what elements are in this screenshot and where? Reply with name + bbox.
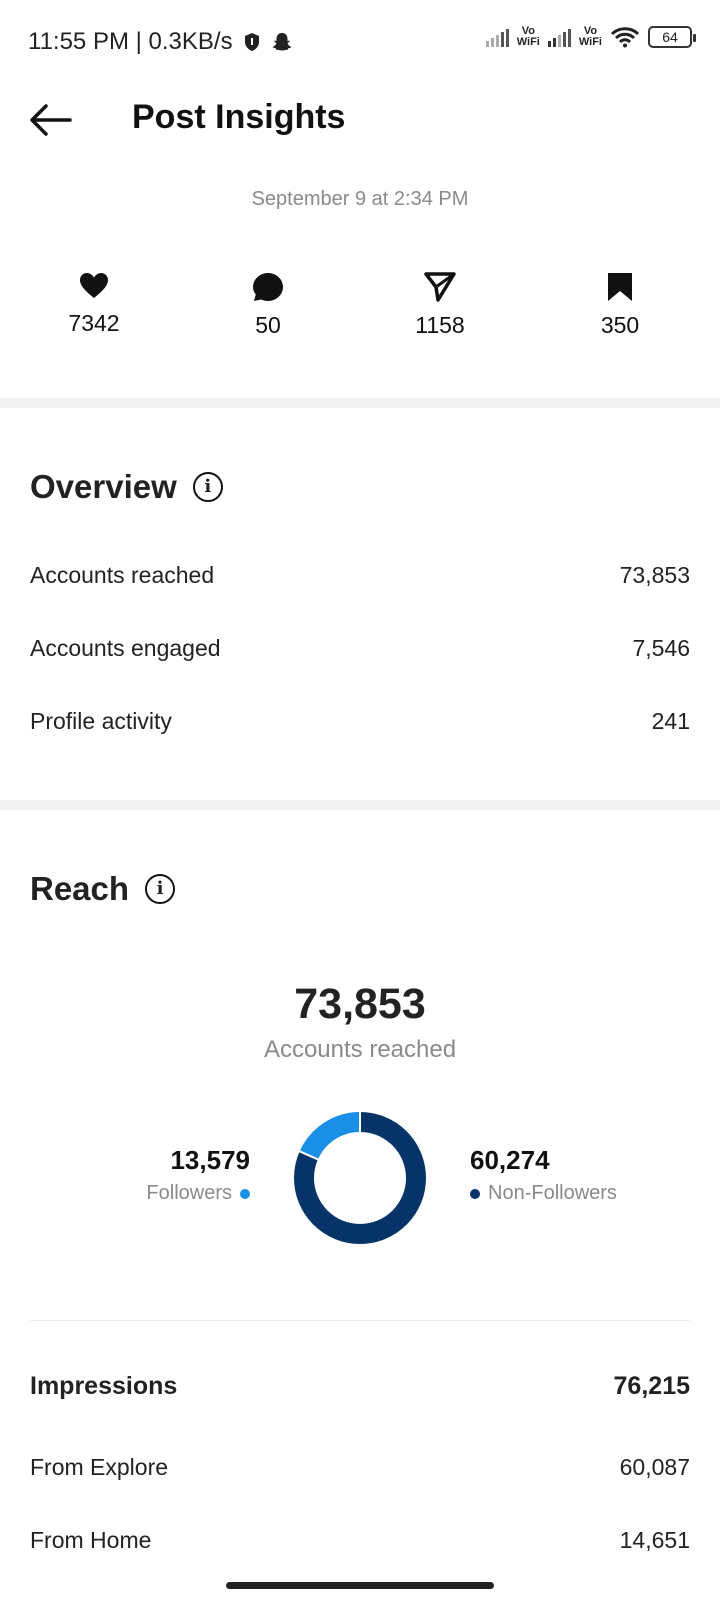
bookmark-icon xyxy=(608,273,632,301)
send-icon xyxy=(424,272,456,302)
vpn-shield-icon xyxy=(244,33,259,51)
shares-count: 1158 xyxy=(415,312,465,338)
impressions-source-value: 14,651 xyxy=(619,1527,690,1553)
followers-legend: 13,579 Followers xyxy=(146,1145,250,1205)
overview-row-value: 241 xyxy=(651,708,690,734)
vowifi-label-1: Vo WiFi xyxy=(516,25,540,48)
overview-row-value: 7,546 xyxy=(632,635,690,661)
comments-count: 50 xyxy=(255,312,281,338)
info-icon[interactable]: i xyxy=(145,874,176,904)
reach-total: 73,853 xyxy=(294,980,426,1028)
non-followers-value: 60,274 xyxy=(470,1145,550,1175)
impressions-source-row: From Home 14,651 xyxy=(30,1527,690,1554)
status-icons: Vo WiFi Vo WiFi 64 xyxy=(485,25,696,48)
followers-dot xyxy=(240,1188,250,1199)
impressions-label: Impressions xyxy=(30,1372,178,1400)
likes-stat: 7342 xyxy=(24,272,164,337)
status-time-group: 11:55 PM | 0.3KB/s xyxy=(28,28,293,56)
non-followers-label: Non-Followers xyxy=(488,1182,617,1204)
impressions-row: Impressions 76,215 xyxy=(30,1372,690,1401)
info-icon[interactable]: i xyxy=(192,472,223,502)
engagement-stats: 7342 50 1158 350 xyxy=(0,272,720,352)
comment-icon xyxy=(253,273,283,301)
shares-stat: 1158 xyxy=(370,272,510,339)
saves-stat: 350 xyxy=(550,272,690,339)
comments-stat: 50 xyxy=(198,272,338,339)
reach-total-label: Accounts reached xyxy=(263,1036,457,1063)
overview-row-label: Profile activity xyxy=(30,708,172,734)
section-divider xyxy=(0,800,720,810)
reach-title-text: Reach xyxy=(30,870,130,907)
followers-legend-label: Followers xyxy=(146,1182,250,1205)
overview-row: Accounts reached 73,853 xyxy=(30,562,690,589)
status-bar: 11:55 PM | 0.3KB/s Vo WiFi Vo WiFi 64 xyxy=(0,0,720,88)
overview-title: Overview i xyxy=(30,468,223,506)
followers-label: Followers xyxy=(146,1182,232,1204)
non-followers-legend: 60,274 Non-Followers xyxy=(470,1145,617,1205)
likes-count: 7342 xyxy=(68,310,120,336)
signal-1-icon xyxy=(485,27,509,47)
impressions-source-label: From Explore xyxy=(30,1454,169,1480)
battery-icon: 64 xyxy=(648,26,696,48)
impressions-source-row: From Explore 60,087 xyxy=(30,1454,690,1481)
followers-value: 13,579 xyxy=(170,1145,250,1175)
post-date: September 9 at 2:34 PM xyxy=(251,188,469,210)
home-indicator[interactable] xyxy=(226,1582,494,1589)
overview-row-label: Accounts engaged xyxy=(30,635,221,661)
header: Post Insights xyxy=(0,92,720,148)
section-divider xyxy=(0,398,720,408)
overview-row-value: 73,853 xyxy=(619,562,690,588)
status-time: 11:55 PM | 0.3KB/s xyxy=(28,28,233,55)
saves-count: 350 xyxy=(600,312,640,338)
impressions-value: 76,215 xyxy=(613,1372,690,1400)
non-followers-dot xyxy=(470,1188,480,1199)
non-followers-legend-label: Non-Followers xyxy=(470,1182,617,1205)
vowifi-label-2: Vo WiFi xyxy=(578,25,602,48)
snapchat-icon xyxy=(272,33,292,51)
reach-donut-chart xyxy=(294,1111,426,1244)
impressions-source-label: From Home xyxy=(30,1527,152,1553)
reach-title: Reach i xyxy=(30,870,176,908)
back-button[interactable] xyxy=(28,100,76,140)
page-title: Post Insights xyxy=(132,98,346,136)
impressions-source-value: 60,087 xyxy=(619,1454,690,1480)
separator-line xyxy=(30,1320,690,1321)
wifi-icon xyxy=(610,27,640,48)
signal-2-icon xyxy=(547,27,571,47)
heart-icon xyxy=(80,273,108,298)
arrow-left-icon xyxy=(30,104,72,136)
overview-title-text: Overview xyxy=(30,468,177,505)
overview-row-label: Accounts reached xyxy=(30,562,215,588)
overview-row: Accounts engaged 7,546 xyxy=(30,635,690,662)
overview-row: Profile activity 241 xyxy=(30,708,690,735)
